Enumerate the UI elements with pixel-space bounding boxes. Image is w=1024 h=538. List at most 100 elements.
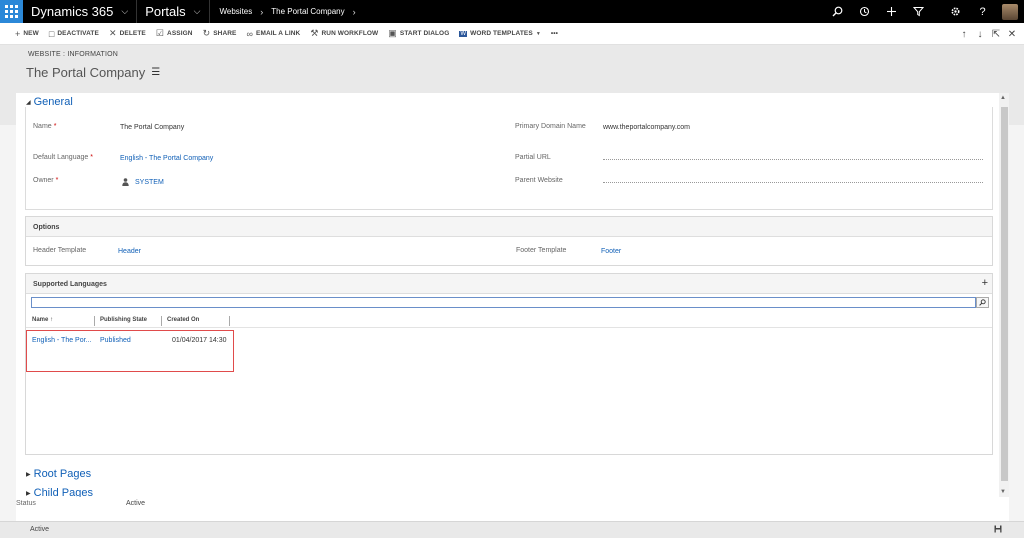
gear-icon[interactable]	[942, 0, 969, 23]
scroll-down-icon[interactable]: ▼	[1000, 489, 1006, 495]
options-panel: Options Header Template Header Footer Te…	[25, 216, 993, 266]
email-link-button[interactable]: ∞ EMAIL A LINK	[241, 23, 305, 45]
deactivate-button[interactable]: □ DEACTIVATE	[44, 23, 104, 45]
page-title: The Portal Company ☰	[26, 65, 160, 80]
share-button[interactable]: ↻ SHARE	[198, 23, 242, 45]
avatar[interactable]	[1002, 3, 1018, 20]
word-icon: W	[459, 30, 468, 37]
column-publishing-state[interactable]: Publishing State	[100, 317, 147, 323]
app-launcher-button[interactable]	[0, 0, 23, 23]
more-commands-label: •••	[550, 30, 559, 37]
form-footer: Active	[0, 521, 1024, 538]
delete-label: DELETE	[119, 30, 146, 37]
share-label: SHARE	[213, 30, 237, 37]
arrow-down-icon[interactable]: ↓	[972, 29, 988, 40]
scroll-up-icon[interactable]: ▲	[1000, 95, 1006, 101]
run-workflow-label: RUN WORKFLOW	[321, 30, 379, 37]
scrollbar-thumb[interactable]	[1001, 107, 1008, 481]
form-scrollbar[interactable]: ▲ ▼	[999, 93, 1009, 497]
dialog-icon: ▣	[388, 28, 397, 38]
breadcrumb: Websites › The Portal Company ›	[210, 0, 366, 23]
popout-icon[interactable]: ⇱	[988, 29, 1004, 40]
record-title: The Portal Company	[26, 65, 146, 80]
chevron-right-icon[interactable]: ›	[353, 7, 356, 17]
record-nav: ↑ ↓ ⇱ ✕	[956, 23, 1020, 45]
area-menu[interactable]: Portals ⌵	[137, 0, 208, 23]
assign-icon: ☑	[155, 28, 165, 38]
help-icon[interactable]: ?	[969, 0, 996, 23]
triangle-right-icon: ▶	[26, 471, 31, 478]
deactivate-label: DEACTIVATE	[57, 30, 99, 37]
plus-icon: +	[15, 28, 21, 39]
more-commands-button[interactable]: •••	[546, 23, 563, 45]
column-divider[interactable]	[94, 316, 95, 326]
history-icon[interactable]	[851, 0, 878, 23]
section-root-pages-header[interactable]: ▶ Root Pages	[26, 468, 91, 480]
column-name[interactable]: Name ↑	[32, 317, 53, 323]
assign-label: ASSIGN	[167, 30, 193, 37]
app-name: Dynamics 365	[31, 4, 114, 19]
header-template-link[interactable]: Header	[118, 248, 141, 255]
command-bar: + NEW □ DEACTIVATE ✕ DELETE ☑ ASSIGN ↻ SHARE …	[0, 23, 1024, 45]
footer-template-link[interactable]: Footer	[601, 248, 621, 255]
breadcrumb-websites[interactable]: Websites	[220, 7, 253, 16]
column-divider[interactable]	[161, 316, 162, 326]
search-icon[interactable]	[976, 297, 989, 308]
new-label: NEW	[23, 30, 39, 37]
form-selector-icon[interactable]: ☰	[151, 67, 160, 78]
add-record-button[interactable]: +	[982, 277, 988, 289]
deactivate-icon: □	[48, 28, 55, 39]
column-created-on[interactable]: Created On	[167, 317, 199, 323]
email-link-label: EMAIL A LINK	[256, 30, 301, 37]
word-templates-button[interactable]: W WORD TEMPLATES ▼	[454, 23, 546, 45]
search-input[interactable]	[31, 297, 976, 308]
top-navbar: Dynamics 365 ⌵ Portals ⌵ Websites › The …	[0, 0, 1024, 23]
delete-button[interactable]: ✕ DELETE	[104, 23, 151, 45]
grid-header: Name ↑ Publishing State Created On	[26, 314, 992, 328]
chevron-right-icon: ›	[260, 6, 264, 17]
column-divider[interactable]	[229, 316, 230, 326]
section-child-pages-header[interactable]: ▶ Child Pages	[26, 487, 93, 497]
search-icon[interactable]	[824, 0, 851, 23]
footer-template-label: Footer Template	[516, 247, 567, 254]
breadcrumb-record[interactable]: The Portal Company	[271, 7, 344, 16]
general-section-frame	[25, 107, 993, 210]
app-name-menu[interactable]: Dynamics 365 ⌵	[23, 0, 136, 23]
footer-status: Active	[30, 526, 50, 533]
chevron-down-icon: ⌵	[193, 6, 201, 16]
triangle-down-icon: ◢	[26, 99, 31, 106]
form-body: ◢ General Name * The Portal Company Defau…	[16, 93, 1009, 497]
run-workflow-button[interactable]: ⚒ RUN WORKFLOW	[305, 23, 383, 45]
header-template-label: Header Template	[33, 247, 87, 254]
supported-languages-title: Supported Languages	[33, 281, 107, 288]
section-child-pages-title: Child Pages	[33, 487, 93, 497]
save-icon[interactable]	[994, 525, 1002, 535]
start-dialog-label: START DIALOG	[399, 30, 450, 37]
highlight-box	[26, 330, 234, 372]
waffle-icon	[5, 5, 18, 18]
nav-icon-group: ?	[824, 0, 1024, 23]
record-type: WEBSITE : INFORMATION	[28, 51, 119, 58]
status-value[interactable]: Active	[126, 500, 145, 507]
link-icon: ∞	[246, 28, 254, 39]
new-button[interactable]: + NEW	[10, 23, 44, 45]
start-dialog-button[interactable]: ▣ START DIALOG	[383, 23, 454, 45]
chevron-down-icon: ⌵	[121, 6, 129, 16]
plus-icon[interactable]	[878, 0, 905, 23]
close-icon[interactable]: ✕	[1004, 29, 1020, 40]
caret-down-icon: ▼	[535, 30, 541, 37]
trash-icon: ✕	[108, 28, 117, 38]
filter-icon[interactable]	[905, 0, 932, 23]
area-name: Portals	[145, 4, 186, 19]
status-label: Status	[16, 500, 36, 507]
arrow-up-icon[interactable]: ↑	[956, 29, 972, 40]
status-row	[16, 497, 1009, 521]
supported-languages-panel: Supported Languages + Name ↑ Publishing …	[25, 273, 993, 455]
section-root-pages-title: Root Pages	[33, 468, 92, 480]
supported-languages-header: Supported Languages +	[26, 274, 992, 294]
triangle-right-icon: ▶	[26, 490, 31, 497]
assign-button[interactable]: ☑ ASSIGN	[151, 23, 198, 45]
workflow-icon: ⚒	[310, 28, 319, 38]
share-icon: ↻	[202, 28, 211, 38]
word-templates-label: WORD TEMPLATES	[470, 30, 533, 37]
